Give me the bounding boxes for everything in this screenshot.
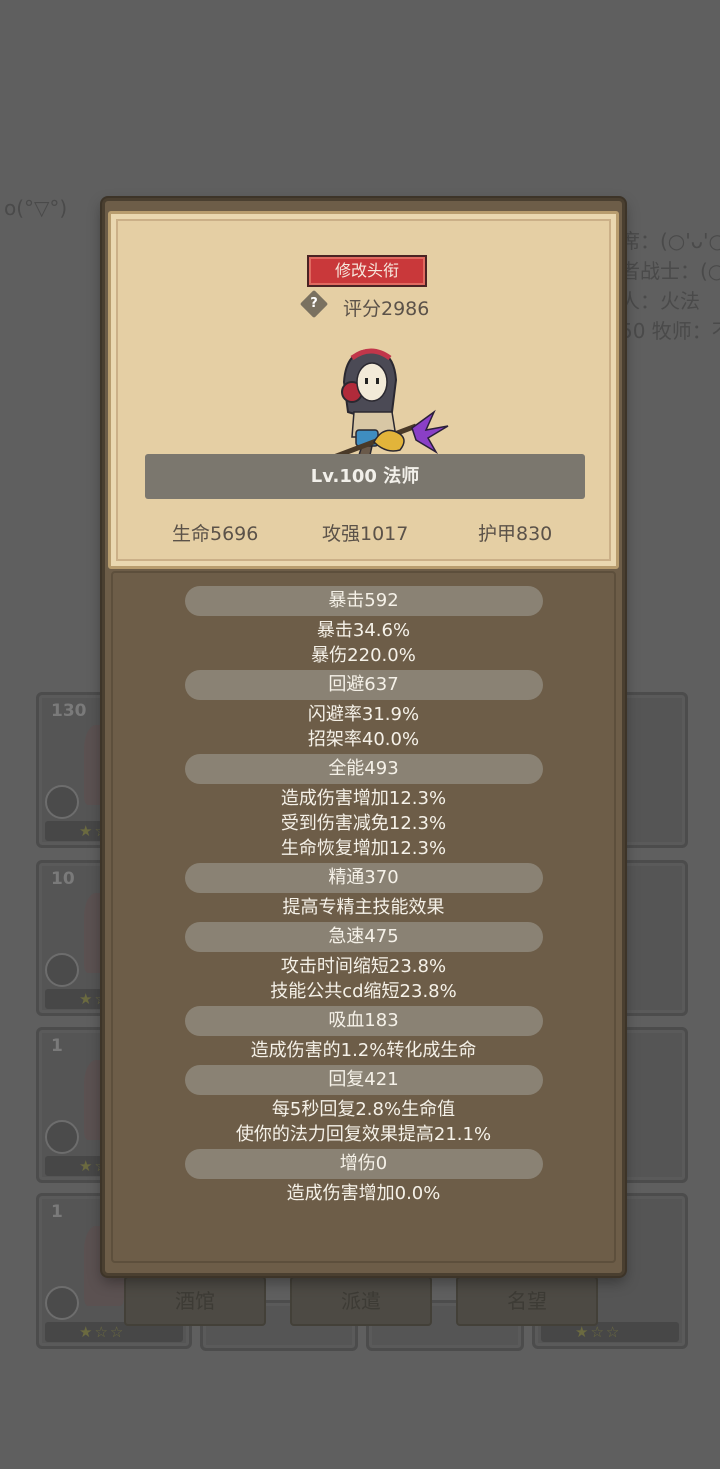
stat-header: 全能493 (184, 754, 543, 784)
stat-detail: 暴击34.6% (316, 620, 411, 641)
stat-detail: 受到伤害减免12.3% (280, 813, 447, 834)
stat-group-haste: 急速475 攻击时间缩短23.8% 技能公共cd缩短23.8% (105, 922, 622, 1004)
stat-header: 回避637 (184, 670, 543, 700)
stat-group-avoidance: 回避637 闪避率31.9% 招架率40.0% (105, 670, 622, 752)
secondary-stats-list[interactable]: 暴击592 暴击34.6% 暴伤220.0% 回避637 闪避率31.9% 招架… (105, 586, 622, 1208)
stat-header: 暴击592 (184, 586, 543, 616)
stat-detail: 攻击时间缩短23.8% (280, 956, 447, 977)
stat-detail: 生命恢复增加12.3% (280, 838, 447, 859)
hero-card-partial[interactable] (620, 860, 688, 1016)
stat-group-crit: 暴击592 暴击34.6% 暴伤220.0% (105, 586, 622, 668)
hero-card-partial[interactable] (620, 1027, 688, 1183)
help-icon[interactable]: ? (299, 289, 329, 319)
help-icon-glyph: ? (310, 296, 318, 311)
stat-header: 增伤0 (184, 1149, 543, 1179)
skill-icon (45, 953, 79, 987)
stat-detail: 造成伤害增加12.3% (280, 788, 447, 809)
character-summary-panel: 修改头衔 ? 评分2986 Lv.100 法师 生命5696 攻强1017 护甲… (108, 211, 619, 569)
stat-detail: 闪避率31.9% (307, 704, 420, 725)
stat-group-versatility: 全能493 造成伤害增加12.3% 受到伤害减免12.3% 生命恢复增加12.3… (105, 754, 622, 861)
rename-title-button[interactable]: 修改头衔 (307, 255, 427, 287)
stat-header: 急速475 (184, 922, 543, 952)
hero-card-level: 1 (51, 1036, 63, 1056)
background-emote-text: o(°▽°) (4, 196, 68, 220)
background-chat-line: 席：(○'ᴗ'○ (620, 229, 720, 253)
stat-header: 吸血183 (184, 1006, 543, 1036)
hero-card-partial[interactable] (620, 692, 688, 848)
tab-reputation[interactable]: 名望 (456, 1276, 598, 1326)
tab-dispatch[interactable]: 派遣 (290, 1276, 432, 1326)
stat-detail: 招架率40.0% (307, 729, 420, 750)
stat-header: 精通370 (184, 863, 543, 893)
skill-icon (45, 785, 79, 819)
level-class-bar: Lv.100 法师 (145, 454, 585, 499)
background-chat-line: 者战士：(○ (620, 259, 720, 283)
character-stats-dialog: 修改头衔 ? 评分2986 Lv.100 法师 生命5696 攻强1017 护甲… (102, 198, 625, 1276)
health-stat: 生命5696 (172, 523, 259, 545)
stat-detail: 造成伤害的1.2%转化成生命 (250, 1040, 477, 1061)
stat-group-damage-bonus: 增伤0 造成伤害增加0.0% (105, 1149, 622, 1206)
stat-detail: 提高专精主技能效果 (282, 897, 445, 918)
stat-detail: 造成伤害增加0.0% (286, 1183, 441, 1204)
skill-icon (45, 1286, 79, 1320)
stat-group-lifesteal: 吸血183 造成伤害的1.2%转化成生命 (105, 1006, 622, 1063)
stat-detail: 每5秒回复2.8%生命值 (271, 1099, 456, 1120)
background-chat-line: 人：火法 (620, 289, 700, 313)
stat-header: 回复421 (184, 1065, 543, 1095)
character-avatar (325, 348, 449, 465)
stat-detail: 使你的法力回复效果提高21.1% (235, 1124, 492, 1145)
stat-detail: 暴伤220.0% (311, 645, 416, 666)
score-label: 评分2986 (343, 298, 430, 320)
attack-power-stat: 攻强1017 (322, 523, 409, 545)
stat-group-regen: 回复421 每5秒回复2.8%生命值 使你的法力回复效果提高21.1% (105, 1065, 622, 1147)
stat-detail: 技能公共cd缩短23.8% (270, 981, 457, 1002)
hero-card-level: 1 (51, 1202, 63, 1222)
background-chat-line: 50 牧师：不 (620, 319, 720, 343)
tab-tavern[interactable]: 酒馆 (124, 1276, 266, 1326)
hero-card-level: 130 (51, 701, 87, 721)
hero-card-level: 10 (51, 869, 75, 889)
skill-icon (45, 1120, 79, 1154)
armor-stat: 护甲830 (478, 523, 553, 545)
stat-group-mastery: 精通370 提高专精主技能效果 (105, 863, 622, 920)
